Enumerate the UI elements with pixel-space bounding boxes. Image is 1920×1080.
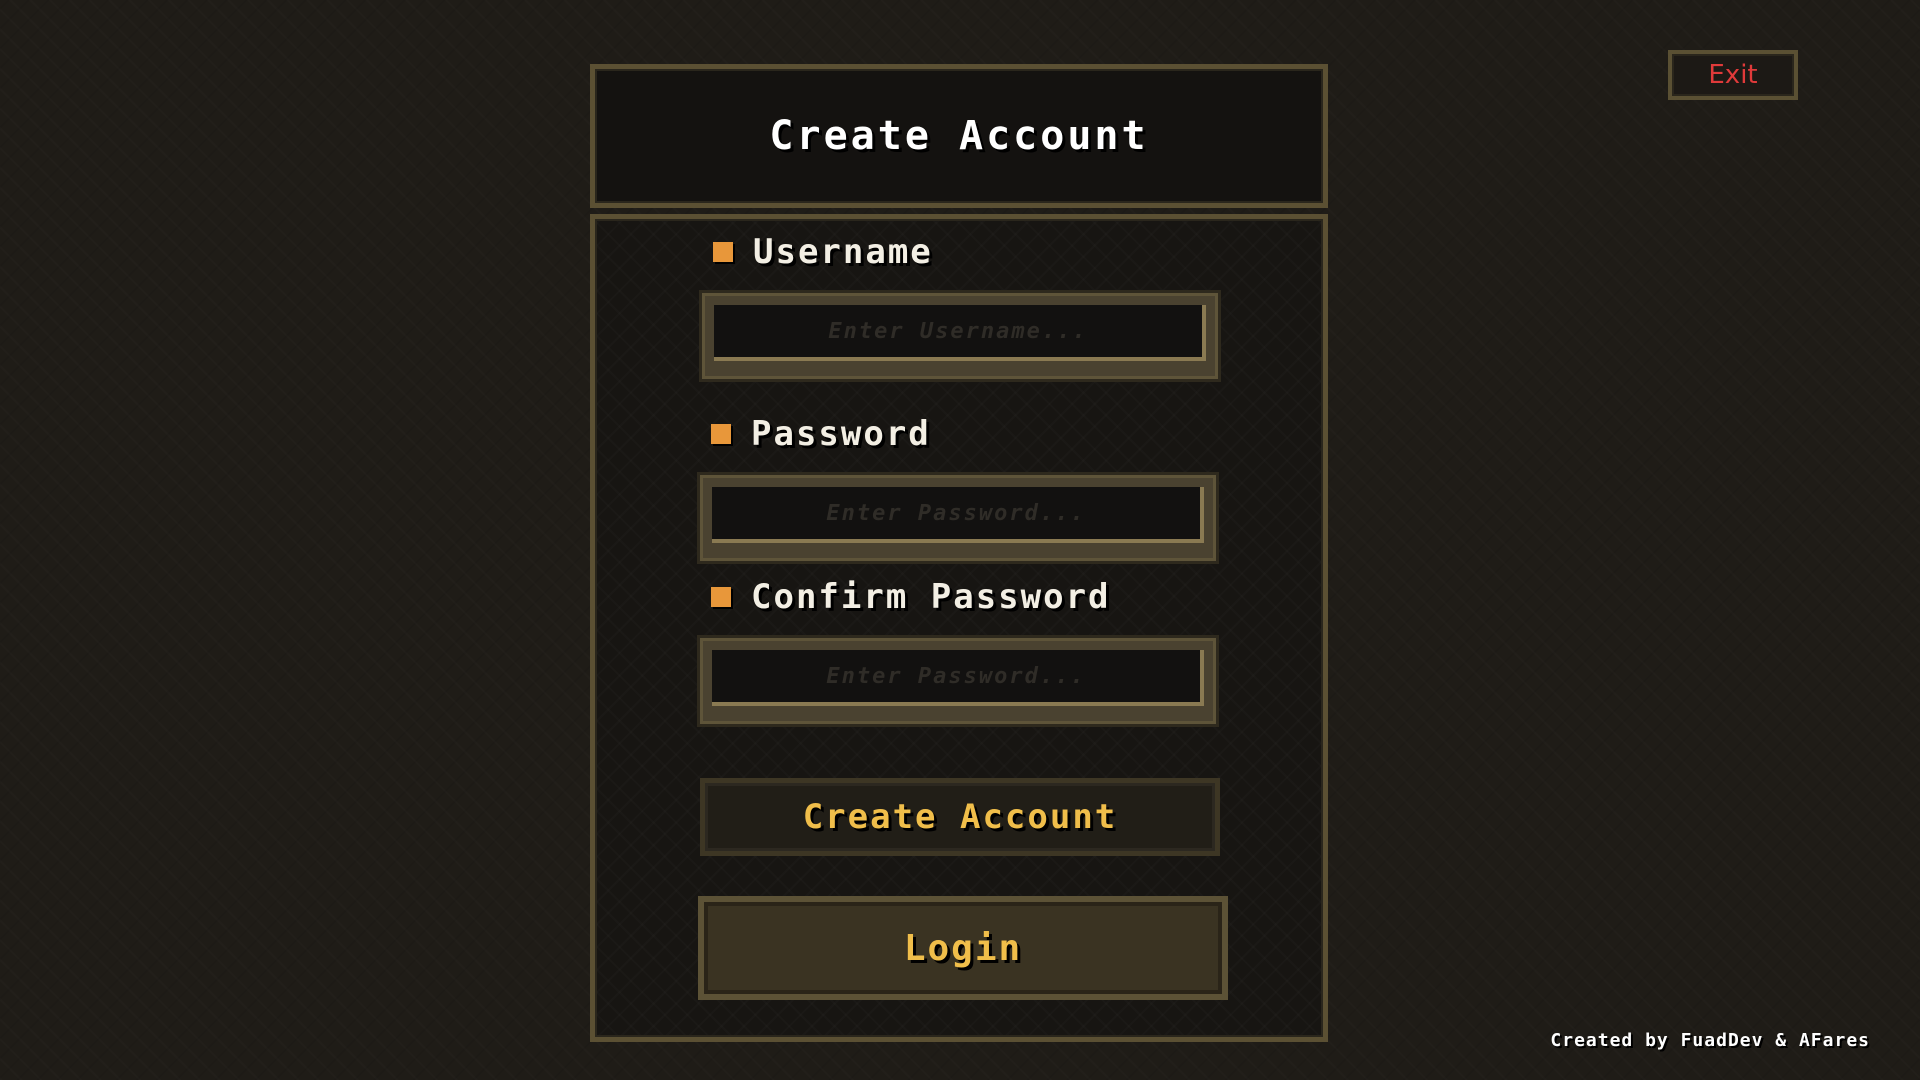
exit-button[interactable]: Exit: [1668, 50, 1798, 100]
create-account-button[interactable]: Create Account: [700, 778, 1220, 856]
orange-square-icon: [711, 587, 731, 607]
orange-square-icon: [711, 424, 731, 444]
confirm-password-label-text: Confirm Password: [751, 577, 1111, 617]
password-field-frame: [697, 472, 1219, 564]
login-button[interactable]: Login: [698, 896, 1228, 1000]
header-panel: Create Account: [590, 64, 1328, 208]
username-label-text: Username: [753, 232, 933, 272]
password-label: Password: [711, 414, 931, 454]
confirm-password-field-frame: [697, 635, 1219, 727]
confirm-password-input[interactable]: [712, 650, 1204, 706]
username-label: Username: [713, 232, 933, 272]
page-title: Create Account: [769, 113, 1149, 159]
credits-text: Created by FuadDev & AFares: [1550, 1030, 1870, 1051]
password-label-text: Password: [751, 414, 931, 454]
username-input[interactable]: [714, 305, 1206, 361]
orange-square-icon: [713, 242, 733, 262]
password-input[interactable]: [712, 487, 1204, 543]
confirm-password-label: Confirm Password: [711, 577, 1111, 617]
username-field-frame: [699, 290, 1221, 382]
